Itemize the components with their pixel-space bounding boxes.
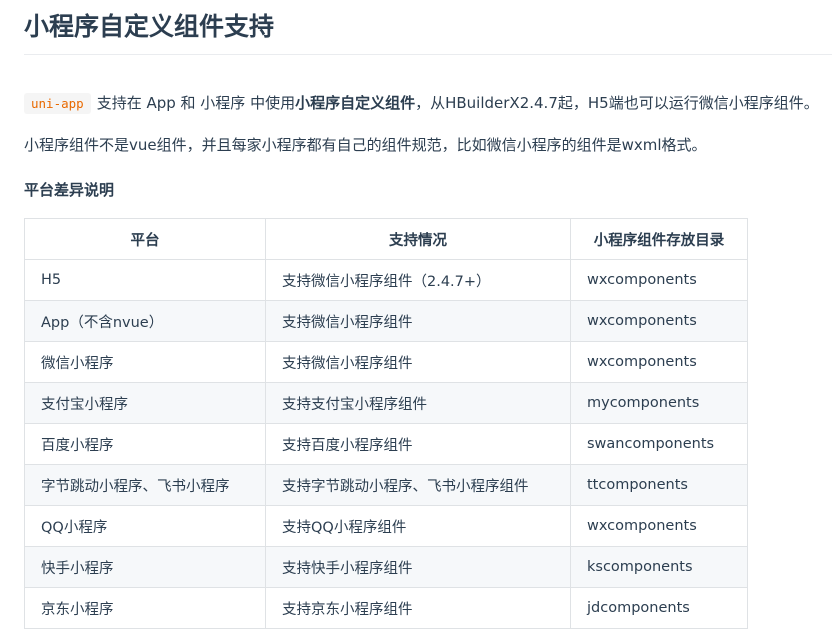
- header-platform: 平台: [24, 218, 266, 260]
- cell-support: 支持京东小程序组件: [265, 587, 571, 629]
- cell-platform: 字节跳动小程序、飞书小程序: [24, 464, 266, 506]
- cell-directory: wxcomponents: [570, 505, 748, 547]
- table-header-row: 平台 支持情况 小程序组件存放目录: [24, 218, 748, 260]
- intro-text-2: ，从HBuilderX2.4.7起，H5端也可以运行微信小程序组件。: [415, 94, 819, 112]
- header-support: 支持情况: [265, 218, 571, 260]
- cell-platform: 支付宝小程序: [24, 382, 266, 424]
- section-heading-platform-diff: 平台差异说明: [24, 181, 115, 199]
- cell-support: 支持QQ小程序组件: [265, 505, 571, 547]
- components-note-paragraph: 小程序组件不是vue组件，并且每家小程序都有自己的组件规范，比如微信小程序的组件…: [24, 136, 707, 154]
- table-row: QQ小程序 支持QQ小程序组件 wxcomponents: [24, 505, 748, 547]
- cell-platform: 京东小程序: [24, 587, 266, 629]
- cell-support: 支持微信小程序组件（2.4.7+）: [265, 259, 571, 301]
- intro-bold-text: 小程序自定义组件: [295, 94, 416, 112]
- intro-paragraph: uni-app 支持在 App 和 小程序 中使用小程序自定义组件，从HBuild…: [24, 91, 832, 116]
- table-row: 快手小程序 支持快手小程序组件 kscomponents: [24, 546, 748, 588]
- cell-directory: wxcomponents: [570, 300, 748, 342]
- cell-support: 支持百度小程序组件: [265, 423, 571, 465]
- inline-code-uni-app: uni-app: [24, 93, 91, 114]
- page-title: 小程序自定义组件支持: [24, 0, 832, 55]
- table-row: 京东小程序 支持京东小程序组件 jdcomponents: [24, 587, 748, 629]
- cell-platform: QQ小程序: [24, 505, 266, 547]
- cell-directory: swancomponents: [570, 423, 748, 465]
- cell-support: 支持字节跳动小程序、飞书小程序组件: [265, 464, 571, 506]
- intro-text-1: 支持在 App 和 小程序 中使用: [96, 94, 296, 112]
- cell-directory: wxcomponents: [570, 341, 748, 383]
- table-row: 支付宝小程序 支持支付宝小程序组件 mycomponents: [24, 382, 748, 424]
- header-directory: 小程序组件存放目录: [570, 218, 748, 260]
- cell-directory: jdcomponents: [570, 587, 748, 629]
- cell-support: 支持支付宝小程序组件: [265, 382, 571, 424]
- cell-platform: 快手小程序: [24, 546, 266, 588]
- table-row: 百度小程序 支持百度小程序组件 swancomponents: [24, 423, 748, 465]
- cell-support: 支持快手小程序组件: [265, 546, 571, 588]
- cell-directory: wxcomponents: [570, 259, 748, 301]
- cell-platform: 百度小程序: [24, 423, 266, 465]
- table-row: 字节跳动小程序、飞书小程序 支持字节跳动小程序、飞书小程序组件 ttcompon…: [24, 464, 748, 506]
- cell-directory: mycomponents: [570, 382, 748, 424]
- cell-support: 支持微信小程序组件: [265, 300, 571, 342]
- cell-directory: ttcomponents: [570, 464, 748, 506]
- cell-platform: 微信小程序: [24, 341, 266, 383]
- doc-page: 小程序自定义组件支持 uni-app 支持在 App 和 小程序 中使用小程序自定…: [24, 0, 832, 629]
- cell-support: 支持微信小程序组件: [265, 341, 571, 383]
- table-row: App（不含nvue） 支持微信小程序组件 wxcomponents: [24, 300, 748, 342]
- cell-platform: H5: [24, 259, 266, 301]
- cell-directory: kscomponents: [570, 546, 748, 588]
- table-row: 微信小程序 支持微信小程序组件 wxcomponents: [24, 341, 748, 383]
- table-row: H5 支持微信小程序组件（2.4.7+） wxcomponents: [24, 259, 748, 301]
- cell-platform: App（不含nvue）: [24, 300, 266, 342]
- platform-support-table: 平台 支持情况 小程序组件存放目录 H5 支持微信小程序组件（2.4.7+） w…: [24, 218, 748, 629]
